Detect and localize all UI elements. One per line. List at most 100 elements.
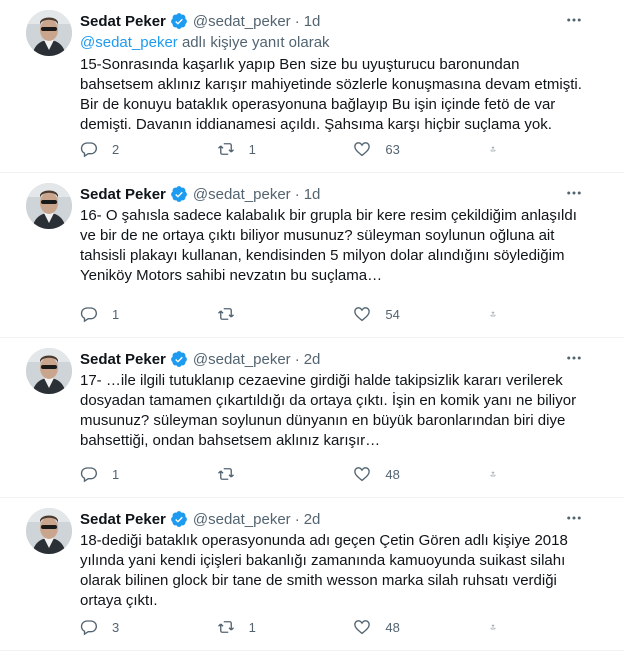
- reply-mention-link[interactable]: @sedat_peker: [80, 34, 178, 51]
- reply-button[interactable]: 3: [80, 618, 217, 636]
- more-icon[interactable]: [564, 183, 584, 203]
- like-button[interactable]: 48: [353, 465, 490, 483]
- handle[interactable]: @sedat_peker: [193, 511, 291, 528]
- tweet-content: Sedat Peker @sedat_peker · 1d 16- O şahı…: [80, 173, 624, 337]
- reply-count: 2: [112, 141, 120, 157]
- avatar-image: [26, 183, 72, 229]
- avatar-column: [0, 0, 80, 172]
- share-icon: [490, 624, 496, 630]
- retweet-button[interactable]: 1: [217, 140, 354, 158]
- timestamp[interactable]: 1d: [304, 186, 321, 203]
- avatar-image: [26, 508, 72, 554]
- timestamp[interactable]: 2d: [304, 351, 321, 368]
- avatar-column: [0, 338, 80, 497]
- retweet-button[interactable]: [217, 465, 354, 483]
- reply-button[interactable]: 2: [80, 140, 217, 158]
- retweet-icon: [217, 308, 234, 320]
- like-button[interactable]: 54: [353, 305, 490, 323]
- tweet-content: Sedat Peker @sedat_peker · 2d 18-dediği …: [80, 498, 624, 650]
- tweet-text: 18-dediği bataklık operasyonunda adı geç…: [80, 532, 568, 609]
- share-button[interactable]: [490, 305, 510, 323]
- share-button[interactable]: [490, 618, 510, 636]
- tweet-header: Sedat Peker @sedat_peker · 1d: [80, 11, 594, 31]
- verified-badge-icon: [171, 351, 187, 367]
- reply-icon: [80, 467, 98, 483]
- tweet-content: Sedat Peker @sedat_peker · 2d 17- …ile i…: [80, 338, 624, 497]
- share-icon: [490, 471, 496, 477]
- reply-count: 3: [112, 619, 120, 635]
- tweet-text: 17- …ile ilgili tutuklanıp cezaevine gir…: [80, 372, 577, 449]
- tweet-actions: 1 54: [80, 305, 510, 323]
- heart-icon: [354, 307, 371, 322]
- reply-button[interactable]: 1: [80, 305, 217, 323]
- tweet-header: Sedat Peker @sedat_peker · 2d: [80, 349, 594, 369]
- display-name[interactable]: Sedat Peker: [80, 351, 166, 368]
- separator-dot: ·: [294, 185, 300, 203]
- reply-context: @sedat_peker adlı kişiye yanıt olarak: [80, 33, 594, 53]
- display-name[interactable]: Sedat Peker: [80, 186, 166, 203]
- reply-count: 1: [112, 466, 120, 482]
- retweet-icon: [217, 143, 234, 155]
- retweet-count: 1: [248, 141, 256, 157]
- separator-dot: ·: [294, 350, 300, 368]
- more-icon[interactable]: [564, 10, 584, 30]
- more-icon[interactable]: [564, 348, 584, 368]
- tweet-actions: 1 48: [80, 465, 510, 483]
- like-count: 48: [385, 466, 400, 482]
- tweet-text: 15-Sonrasında kaşarlık yapıp Ben size bu…: [80, 56, 582, 133]
- reply-icon: [80, 307, 98, 323]
- tweet-actions: 3 1 48: [80, 618, 510, 636]
- more-icon[interactable]: [564, 508, 584, 528]
- handle[interactable]: @sedat_peker: [193, 351, 291, 368]
- verified-badge-icon: [171, 186, 187, 202]
- separator-dot: ·: [294, 510, 300, 528]
- tweet-header: Sedat Peker @sedat_peker · 2d: [80, 509, 594, 529]
- avatar-image: [26, 348, 72, 394]
- avatar-image: [26, 10, 72, 56]
- tweet-actions: 2 1 63: [80, 140, 510, 158]
- avatar[interactable]: [26, 508, 72, 554]
- share-button[interactable]: [490, 140, 510, 158]
- tweet-header: Sedat Peker @sedat_peker · 1d: [80, 184, 594, 204]
- share-button[interactable]: [490, 465, 510, 483]
- reply-count: 1: [112, 306, 120, 322]
- retweet-icon: [217, 621, 234, 633]
- share-icon: [490, 146, 496, 152]
- avatar[interactable]: [26, 10, 72, 56]
- like-button[interactable]: 48: [353, 618, 490, 636]
- timestamp[interactable]: 1d: [304, 13, 321, 30]
- retweet-button[interactable]: 1: [217, 618, 354, 636]
- avatar-column: [0, 498, 80, 650]
- tweet[interactable]: Sedat Peker @sedat_peker · 1d 16- O şahı…: [0, 173, 624, 338]
- heart-icon: [354, 467, 371, 482]
- tweet[interactable]: Sedat Peker @sedat_peker · 2d 17- …ile i…: [0, 338, 624, 498]
- display-name[interactable]: Sedat Peker: [80, 511, 166, 528]
- tweet[interactable]: Sedat Peker @sedat_peker · 2d 18-dediği …: [0, 498, 624, 651]
- tweet[interactable]: Sedat Peker @sedat_peker · 1d @sedat_pek…: [0, 0, 624, 173]
- display-name[interactable]: Sedat Peker: [80, 13, 166, 30]
- timestamp[interactable]: 2d: [304, 511, 321, 528]
- like-count: 54: [385, 306, 400, 322]
- tweet-content: Sedat Peker @sedat_peker · 1d @sedat_pek…: [80, 0, 624, 172]
- avatar-column: [0, 173, 80, 337]
- like-count: 48: [385, 619, 400, 635]
- avatar[interactable]: [26, 183, 72, 229]
- retweet-count: 1: [248, 619, 256, 635]
- reply-button[interactable]: 1: [80, 465, 217, 483]
- reply-icon: [80, 620, 98, 636]
- heart-icon: [354, 620, 371, 635]
- verified-badge-icon: [171, 511, 187, 527]
- timeline: Sedat Peker @sedat_peker · 1d @sedat_pek…: [0, 0, 624, 651]
- handle[interactable]: @sedat_peker: [193, 186, 291, 203]
- handle[interactable]: @sedat_peker: [193, 13, 291, 30]
- like-button[interactable]: 63: [353, 140, 490, 158]
- reply-context-text: adlı kişiye yanıt olarak: [177, 34, 330, 51]
- reply-icon: [80, 142, 98, 158]
- tweet-text: 16- O şahısla sadece kalabalık bir grupl…: [80, 207, 577, 284]
- separator-dot: ·: [294, 12, 300, 30]
- share-icon: [490, 311, 496, 317]
- avatar[interactable]: [26, 348, 72, 394]
- verified-badge-icon: [171, 13, 187, 29]
- retweet-button[interactable]: [217, 305, 354, 323]
- heart-icon: [354, 142, 371, 157]
